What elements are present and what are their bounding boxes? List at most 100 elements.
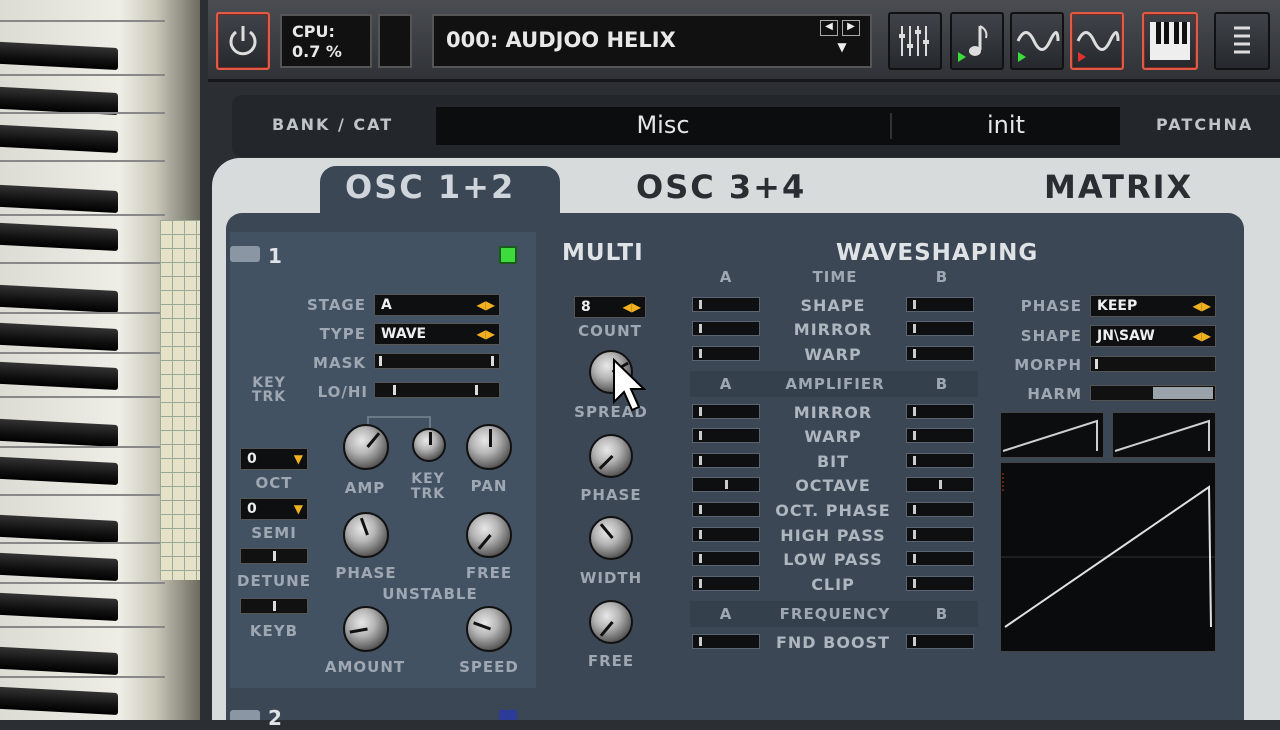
width-label: WIDTH (579, 569, 643, 587)
low-pass-b-slider[interactable] (906, 551, 974, 566)
morph-slider[interactable] (1090, 356, 1216, 372)
preset-name: 000: AUDJOO HELIX (446, 28, 676, 52)
cpu-label: CPU: (292, 22, 335, 41)
osc-2-enable-led[interactable] (499, 710, 517, 720)
black-key (0, 184, 118, 214)
count-select[interactable]: 8 ◀▶ (574, 296, 646, 318)
keyb-slider[interactable] (240, 598, 308, 614)
settings-view-button[interactable] (1214, 12, 1270, 70)
piano-icon (1150, 22, 1190, 60)
harm-label: HARM (1027, 385, 1082, 403)
count-value: 8 (581, 299, 591, 315)
waveshaping-title: WAVESHAPING (836, 240, 1039, 266)
multi-phase-label: PHASE (580, 486, 642, 504)
ws-phase-value: KEEP (1097, 298, 1138, 314)
amp-a-label: A (719, 375, 733, 393)
amp-mirror-b-slider[interactable] (906, 404, 974, 419)
oct-phase-b-slider[interactable] (906, 502, 974, 517)
warp-b-slider[interactable] (906, 346, 974, 361)
amp-warp-b-slider[interactable] (906, 428, 974, 443)
key-trk-knob[interactable] (412, 428, 446, 462)
keyb-label: KEYB (249, 622, 299, 640)
semi-select[interactable]: 0 ▼ (240, 498, 308, 520)
harm-slider[interactable] (1090, 385, 1216, 401)
ws-phase-select[interactable]: KEEP ◀▶ (1090, 295, 1216, 317)
mixer-icon (899, 26, 929, 56)
tab-matrix[interactable]: MATRIX (1044, 168, 1193, 218)
morph-label: MORPH (1014, 356, 1082, 374)
mirror-b-slider[interactable] (906, 321, 974, 336)
tab-osc-1-2[interactable]: OSC 1+2 (345, 168, 515, 218)
keyboard-view-button[interactable] (1142, 12, 1198, 70)
freq-b-label: B (935, 605, 949, 623)
type-label: TYPE (319, 325, 366, 343)
bank-category-bar: BANK / CAT Misc init PATCHNA (232, 95, 1280, 157)
amp-label: AMP (344, 479, 386, 497)
oct-value: 0 (247, 451, 257, 467)
arrows-icon: ◀▶ (1192, 329, 1211, 343)
phase-knob[interactable] (343, 512, 389, 558)
ws-shape-select[interactable]: JN\SAW ◀▶ (1090, 325, 1216, 347)
time-b-label: B (935, 268, 949, 286)
power-button[interactable] (216, 12, 270, 70)
free-knob[interactable] (466, 512, 512, 558)
mask-slider[interactable] (374, 353, 500, 369)
arrows-icon: ◀▶ (1192, 299, 1211, 313)
amplifier-header: A AMPLIFIER B (690, 371, 978, 397)
waveform-display (1000, 462, 1216, 652)
pan-label: PAN (470, 477, 508, 495)
preset-menu-button[interactable]: ▼ (830, 40, 854, 56)
stage-select[interactable]: A ◀▶ (374, 294, 500, 316)
shape-b-slider[interactable] (906, 297, 974, 312)
cpu-value: 0.7 % (292, 42, 342, 61)
amount-label: AMOUNT (324, 658, 406, 676)
time-row-label: WARP (804, 345, 862, 364)
width-knob[interactable] (589, 516, 633, 560)
detune-slider[interactable] (240, 548, 308, 564)
fnd-boost-b-slider[interactable] (906, 634, 974, 649)
effects-view-button[interactable] (1070, 12, 1124, 70)
preset-display[interactable]: 000: AUDJOO HELIX (432, 14, 872, 68)
bit-b-slider[interactable] (906, 453, 974, 468)
mask-label: MASK (313, 354, 366, 372)
amp-row-label: OCT. PHASE (775, 501, 891, 520)
midi-indicator (378, 14, 412, 68)
stage-label: STAGE (306, 296, 366, 314)
top-toolbar: CPU: 0.7 % 000: AUDJOO HELIX ◀ ▶ ▼ (208, 0, 1280, 82)
amount-knob[interactable] (343, 606, 389, 652)
shape-b-preview (1112, 412, 1216, 458)
oct-select[interactable]: 0 ▼ (240, 448, 308, 470)
freq-a-label: A (719, 605, 733, 623)
pan-knob[interactable] (466, 424, 512, 470)
tab-osc-3-4[interactable]: OSC 3+4 (636, 168, 806, 218)
black-key (0, 592, 118, 622)
oscillator-view-button[interactable] (1010, 12, 1064, 70)
sine-wave-icon (1076, 31, 1120, 62)
type-select[interactable]: WAVE ◀▶ (374, 323, 500, 345)
multi-free-knob[interactable] (589, 600, 633, 644)
amp-row-label: CLIP (811, 575, 855, 594)
amp-row-label: BIT (816, 452, 850, 471)
prev-preset-button[interactable]: ◀ (820, 20, 838, 36)
bank-display[interactable]: Misc init (436, 107, 1120, 145)
clip-b-slider[interactable] (906, 576, 974, 591)
amp-knob[interactable] (343, 424, 389, 470)
frequency-header: A FREQUENCY B (690, 601, 978, 627)
patch-name-label: PATCHNA (1156, 115, 1254, 134)
octave-b-slider[interactable] (906, 477, 974, 492)
speed-knob[interactable] (466, 606, 512, 652)
lo-hi-label: LO/HI (317, 383, 368, 401)
ws-phase-label: PHASE (1020, 297, 1082, 315)
mixer-button[interactable] (888, 12, 942, 70)
multi-free-label: FREE (587, 652, 635, 670)
semi-value: 0 (247, 501, 257, 517)
mouse-cursor-icon (613, 358, 646, 412)
key-trk-label: KEY TRK (251, 375, 287, 405)
multi-phase-knob[interactable] (589, 434, 633, 478)
high-pass-b-slider[interactable] (906, 527, 974, 542)
osc-1-enable-led[interactable] (499, 246, 517, 264)
next-preset-button[interactable]: ▶ (842, 20, 860, 36)
dropdown-icon: ▼ (293, 502, 303, 516)
arp-button[interactable] (950, 12, 1004, 70)
lo-hi-slider[interactable] (374, 382, 500, 398)
